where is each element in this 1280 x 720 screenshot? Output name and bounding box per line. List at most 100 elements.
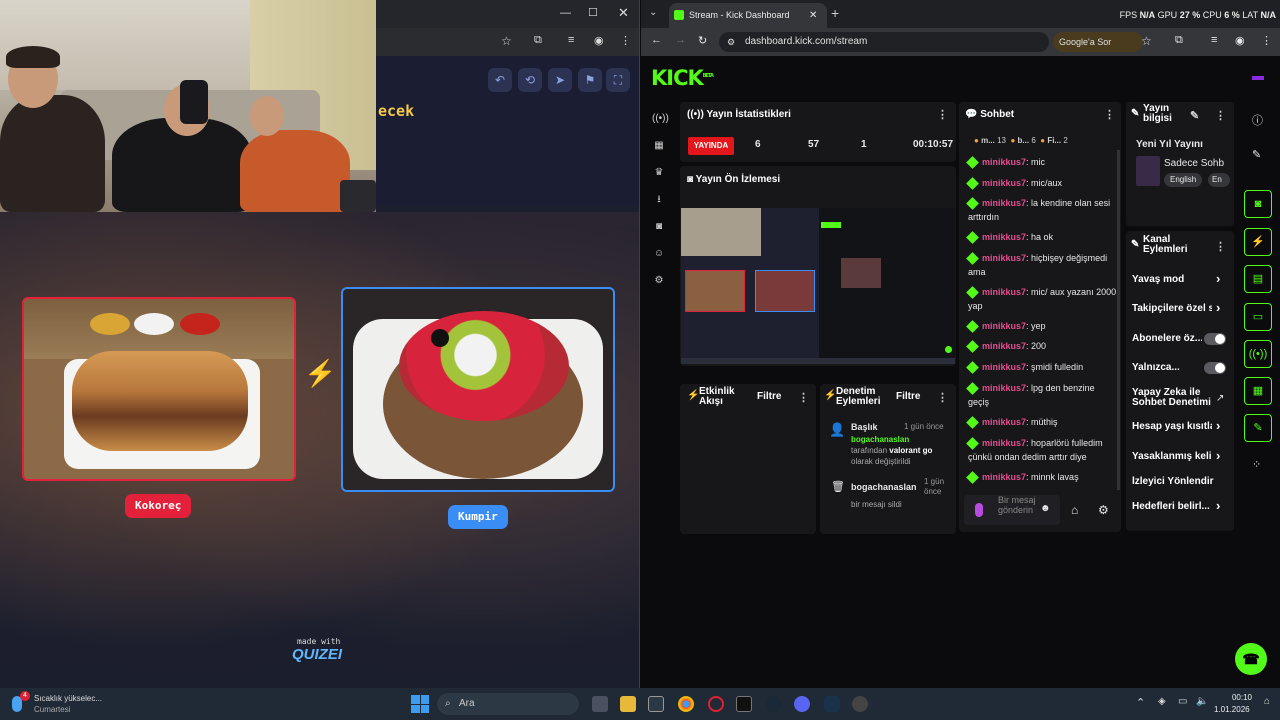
action-viewer-redirect[interactable]: İzleyici Yönlendir [1132,476,1222,487]
bolt-icon[interactable]: ⚡ [1244,228,1272,256]
chat-user[interactable]: minikkus7 [982,472,1026,482]
support-chat-icon[interactable]: ☎ [1235,643,1267,675]
file-explorer-icon[interactable] [620,696,636,712]
external-link-icon[interactable]: ↗ [1216,393,1224,404]
send-icon[interactable]: ➤ [548,68,572,92]
broadcast-icon[interactable]: ((•)) [652,112,669,126]
profile-icon[interactable]: ◉ [1235,34,1245,47]
chevron-right-icon[interactable]: › [1216,498,1220,513]
url-field[interactable]: ⚙ dashboard.kick.com/stream Google'a Sor [719,32,1143,52]
channel-actions-more-icon[interactable]: ⋮ [1215,240,1226,253]
epic-games-icon[interactable] [736,696,752,712]
extensions-icon[interactable]: ⧉ [534,34,542,47]
action-only[interactable]: Yalnızca... [1132,362,1202,373]
stats-more-icon[interactable]: ⋮ [937,108,948,121]
close-icon[interactable]: ✕ [618,5,629,21]
profile-icon[interactable]: ◉ [594,34,604,47]
app-icon-red[interactable] [708,696,724,712]
bookmark-star-icon[interactable]: ☆ [1141,34,1152,48]
obs-icon[interactable] [852,696,868,712]
moderation-more-icon[interactable]: ⋮ [937,391,948,404]
menu-icon[interactable]: ⋮ [620,34,631,47]
trophy-icon[interactable]: ♛ [652,166,666,180]
fullscreen-icon[interactable]: ⛶ [606,68,630,92]
wrench-icon[interactable]: ✎ [1244,414,1272,442]
tab-close-icon[interactable]: ✕ [809,3,817,28]
chat-user[interactable]: minikkus7 [982,287,1026,297]
minimize-icon[interactable]: — [560,7,571,19]
share-icon[interactable]: ⟲ [518,68,542,92]
action-banned-words[interactable]: Yasaklanmış kelin [1132,451,1212,462]
taskbar-search[interactable]: ⌕ Ara [437,693,579,715]
chat-filter-row[interactable]: ● m... 13 ● b... 6 ● Fi... 2 [974,136,1068,145]
volume-icon[interactable]: 🔈 [1196,696,1208,707]
media-icon[interactable]: ≡ [568,34,574,46]
chevron-right-icon[interactable]: › [1216,418,1220,433]
undo-icon[interactable]: ↶ [488,68,512,92]
chat-user[interactable]: minikkus7 [982,178,1026,188]
layout-icon[interactable]: ▦ [1244,377,1272,405]
app-icon-blue[interactable] [824,696,840,712]
clock-date[interactable]: 1.01.2026 [1214,705,1250,714]
chat-user[interactable]: minikkus7 [982,198,1026,208]
chat-icon[interactable]: ▭ [1244,303,1272,331]
chat-user[interactable]: minikkus7 [982,383,1026,393]
option-card-kumpir[interactable] [341,287,615,492]
chat-user[interactable]: minikkus7 [982,321,1026,331]
action-followers-only[interactable]: Takipçilere özel s [1132,303,1212,314]
chat-more-icon[interactable]: ⋮ [1104,108,1115,121]
tag-english[interactable]: English [1164,173,1203,187]
chrome-icon[interactable] [678,696,694,712]
chat-user[interactable]: minikkus7 [982,362,1026,372]
google-ask-button[interactable]: Google'a Sor [1053,32,1143,52]
extensions-icon[interactable]: ⧉ [1175,34,1183,47]
action-ai-moderation[interactable]: Yapay Zeka ile Sohbet Denetimi [1132,388,1212,408]
broadcast-right-icon[interactable]: ((•)) [1244,340,1272,368]
chevron-right-icon[interactable]: › [1216,448,1220,463]
steam-icon[interactable] [766,696,782,712]
chat-settings-icon[interactable]: ⚙ [1098,503,1109,517]
notification-icon[interactable]: ⌂ [1264,696,1270,707]
discord-icon[interactable] [794,696,810,712]
action-account-age[interactable]: Hesap yaşı kısıtla [1132,421,1212,432]
mic-icon[interactable] [975,503,983,517]
settings-icon[interactable]: ⚙ [652,274,666,288]
mod-icon[interactable]: ◙ [652,220,666,234]
back-icon[interactable]: ← [651,34,662,46]
chat-user[interactable]: minikkus7 [982,253,1026,263]
site-info-icon[interactable]: ⚙ [727,32,735,52]
menu-icon[interactable]: ⋮ [1261,34,1272,47]
new-tab-icon[interactable]: + [831,5,839,21]
action-slow-mode[interactable]: Yavaş mod [1132,274,1216,285]
camera-icon[interactable]: ◙ [1244,190,1272,218]
dots-cluster-icon[interactable]: ⁘ [1252,458,1261,471]
option-card-kokorec[interactable] [22,297,296,481]
users-icon[interactable]: ☺ [652,247,666,261]
stream-info-edit-icon[interactable]: ✎ [1190,109,1199,122]
store-app-icon[interactable] [648,696,664,712]
tag-en[interactable]: En [1208,173,1230,187]
kick-logo[interactable]: KICKBETA [651,66,714,90]
reload-icon[interactable]: ↻ [698,34,707,47]
emoji-icon[interactable]: ☻ [1040,503,1051,514]
subs-only-toggle[interactable] [1204,333,1226,345]
moderation-filter-button[interactable]: Filtre [896,391,920,402]
action-subs-only[interactable]: Abonelere öz... [1132,333,1202,344]
only-toggle[interactable] [1204,362,1226,374]
store-icon[interactable]: ⌂ [1071,503,1078,517]
media-icon[interactable]: ≡ [1211,34,1217,46]
chat-user[interactable]: minikkus7 [982,341,1026,351]
action-set-goals[interactable]: Hedefleri belirl... [1132,501,1212,512]
option-label-kokorec[interactable]: Kokoreç [125,494,192,518]
flag-icon[interactable]: ⚑ [578,68,602,92]
preview-video[interactable] [681,208,955,364]
mod-item1-user[interactable]: bogachanaslan [851,435,909,444]
chat-input[interactable]: Bir mesaj gönderin ☻ [964,495,1060,525]
chat-user[interactable]: minikkus7 [982,157,1026,167]
analytics-icon[interactable]: ▦ [652,139,666,153]
chevron-right-icon[interactable]: › [1216,271,1220,286]
tray-app-icon[interactable]: ◈ [1158,696,1166,707]
network-icon[interactable]: ▭ [1178,696,1187,707]
maximize-icon[interactable]: ☐ [588,6,598,19]
tab-list-chevron-icon[interactable]: ⌄ [649,7,657,18]
